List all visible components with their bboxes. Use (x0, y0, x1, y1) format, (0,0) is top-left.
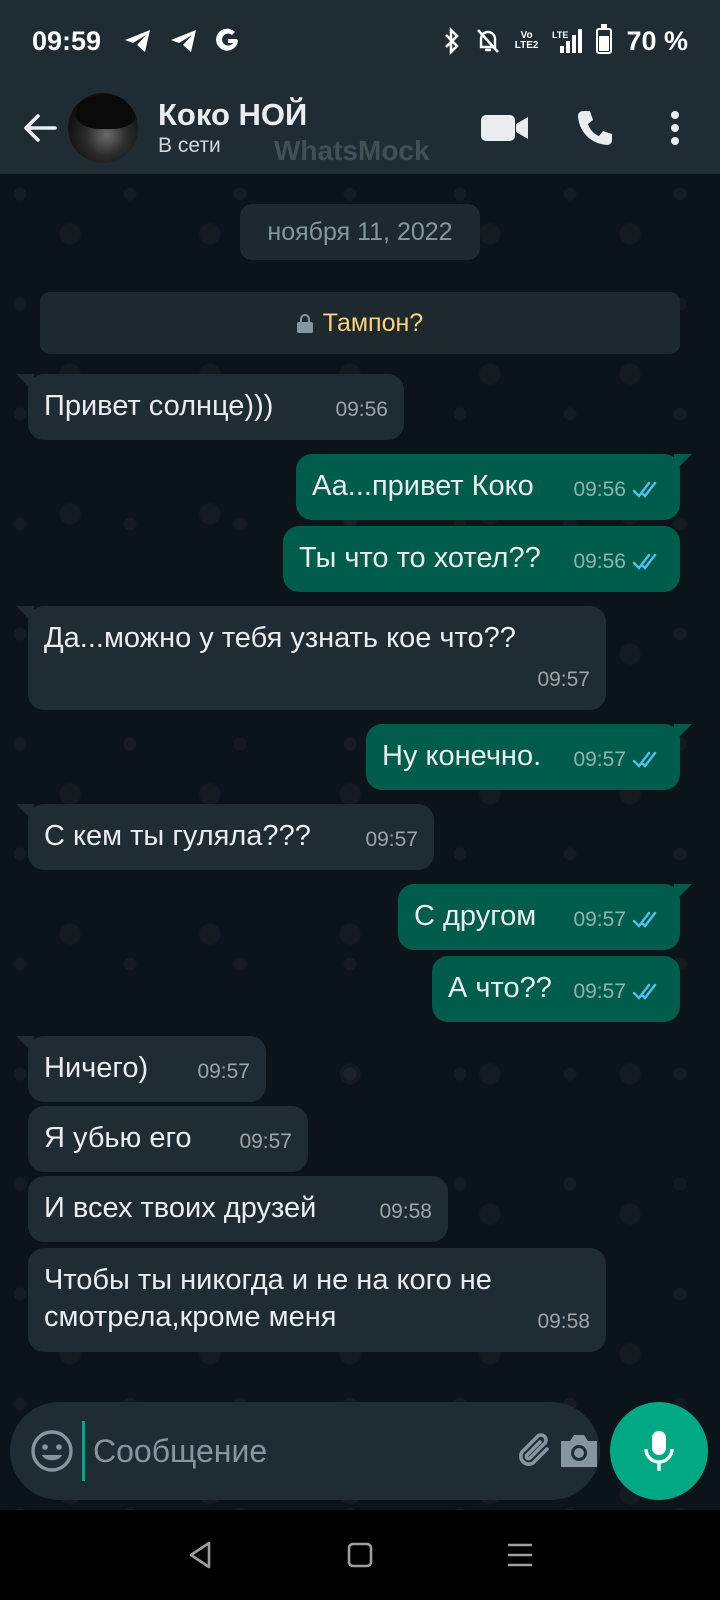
avatar[interactable] (68, 93, 138, 163)
message-meta: 09:57 (239, 1123, 292, 1160)
outgoing-message[interactable]: А что?? 09:57 (432, 956, 680, 1022)
double-check-icon (632, 911, 657, 928)
battery-icon (596, 24, 613, 54)
message-time: 09:56 (335, 398, 388, 421)
encryption-notice[interactable]: Тампон? (40, 292, 680, 354)
composer (0, 1386, 720, 1510)
incoming-message[interactable]: Чтобы ты никогда и не на кого не смотрел… (28, 1248, 606, 1352)
message-time: 09:57 (197, 1060, 250, 1083)
svg-text:LTE: LTE (552, 30, 568, 40)
bluetooth-icon (444, 27, 459, 55)
message-time: 09:57 (365, 828, 418, 851)
notification-icons (123, 28, 241, 54)
watermark: WhatsMock (274, 135, 430, 166)
outgoing-message[interactable]: Аа...привет Коко 09:56 (296, 454, 692, 520)
emoji-button[interactable] (30, 1421, 74, 1481)
system-icons: Vo LTE2 LTE 70 % (443, 24, 688, 57)
double-check-icon (632, 751, 657, 768)
outgoing-message[interactable]: Ты что то хотел?? 09:56 (283, 526, 680, 592)
message-time: 09:56 (573, 478, 626, 501)
telegram-icon (171, 30, 197, 52)
battery-percent: 70 % (626, 25, 688, 56)
video-call-button[interactable] (460, 93, 550, 163)
message-meta: 09:57 (365, 821, 418, 858)
outgoing-message[interactable]: Ну конечно. 09:57 (366, 724, 692, 790)
message-time: 09:57 (573, 980, 626, 1003)
chat-header: Коко НОЙ В сети WhatsMock (0, 82, 720, 174)
message-meta: 09:58 (379, 1193, 432, 1230)
phone-icon (578, 111, 612, 145)
nav-back-icon (189, 1541, 211, 1569)
message-time: 09:57 (573, 748, 626, 771)
emoji-icon (31, 1430, 73, 1472)
attach-button[interactable] (513, 1416, 557, 1486)
video-call-icon (481, 115, 528, 141)
incoming-message[interactable]: С кем ты гуляла??? 09:57 (16, 804, 434, 870)
lock-icon (296, 314, 313, 333)
message-time: 09:58 (379, 1200, 432, 1223)
incoming-message[interactable]: Ничего) 09:57 (16, 1036, 266, 1102)
message-meta: 09:56 (573, 543, 664, 580)
message-time: 09:58 (537, 1310, 590, 1333)
message-meta: 09:57 (573, 901, 664, 938)
message-meta: 09:57 (197, 1053, 250, 1090)
google-icon (216, 28, 239, 51)
camera-icon (561, 1435, 597, 1467)
nav-recents-icon (508, 1543, 532, 1567)
incoming-message[interactable]: Да...можно у тебя узнать кое что?? 09:57 (16, 606, 606, 710)
voice-call-button[interactable] (550, 93, 640, 163)
message-text: И всех твоих друзей (44, 1192, 317, 1224)
double-check-icon (632, 983, 657, 1000)
status-time: 09:59 (32, 25, 102, 56)
message-text: Да...можно у тебя узнать кое что?? (44, 622, 516, 654)
message-meta: 09:58 (537, 1303, 590, 1340)
back-button[interactable] (12, 98, 68, 158)
message-text: Чтобы ты никогда и не на кого не смотрел… (44, 1264, 492, 1333)
system-nav-bar (0, 1510, 720, 1600)
screen: 09:59 Vo LTE2 LTE 70 % Коко НОЙ В сети Wh… (0, 0, 720, 1600)
mic-icon (644, 1431, 674, 1471)
message-meta: 09:56 (573, 471, 664, 508)
mic-button[interactable] (610, 1402, 708, 1500)
incoming-message[interactable]: И всех твоих друзей 09:58 (28, 1176, 448, 1242)
contact-name: Коко НОЙ (158, 97, 308, 132)
back-arrow-icon (24, 114, 57, 142)
message-time: 09:57 (573, 908, 626, 931)
message-box (10, 1402, 600, 1500)
message-meta: 09:56 (335, 391, 388, 428)
message-time: 09:56 (573, 550, 626, 573)
volte-indicator: Vo LTE2 (514, 30, 539, 51)
incoming-message[interactable]: Я убью его 09:57 (28, 1106, 308, 1172)
nav-back-button[interactable] (170, 1525, 230, 1585)
attach-icon (519, 1433, 549, 1466)
message-text: С кем ты гуляла??? (44, 820, 311, 852)
nav-home-icon (347, 1542, 373, 1568)
date-chip: ноября 11, 2022 (240, 204, 480, 260)
message-time: 09:57 (537, 668, 590, 691)
message-time: 09:57 (239, 1130, 292, 1153)
outgoing-message[interactable]: С другом 09:57 (398, 884, 692, 950)
double-check-icon (632, 481, 657, 498)
message-meta: 09:57 (573, 741, 664, 778)
nav-home-button[interactable] (330, 1525, 390, 1585)
status-bar: 09:59 Vo LTE2 LTE 70 % (0, 0, 720, 82)
message-meta: 09:57 (537, 661, 590, 698)
incoming-message[interactable]: Привет солнце))) 09:56 (16, 374, 404, 440)
message-input[interactable] (82, 1421, 513, 1481)
nav-recents-button[interactable] (490, 1525, 550, 1585)
signal-icon: LTE (552, 29, 583, 53)
message-meta: 09:57 (573, 973, 664, 1010)
notice-text: Тампон? (322, 308, 424, 337)
camera-button[interactable] (557, 1416, 601, 1486)
chat-area[interactable]: ноября 11, 2022 Тампон? Привет солнце)))… (0, 174, 720, 1510)
header-actions (460, 93, 720, 163)
double-check-icon (632, 553, 657, 570)
more-vert-icon (671, 111, 679, 145)
more-options-button[interactable] (640, 93, 710, 163)
mute-bell-icon (476, 29, 499, 53)
telegram-icon (125, 30, 151, 52)
